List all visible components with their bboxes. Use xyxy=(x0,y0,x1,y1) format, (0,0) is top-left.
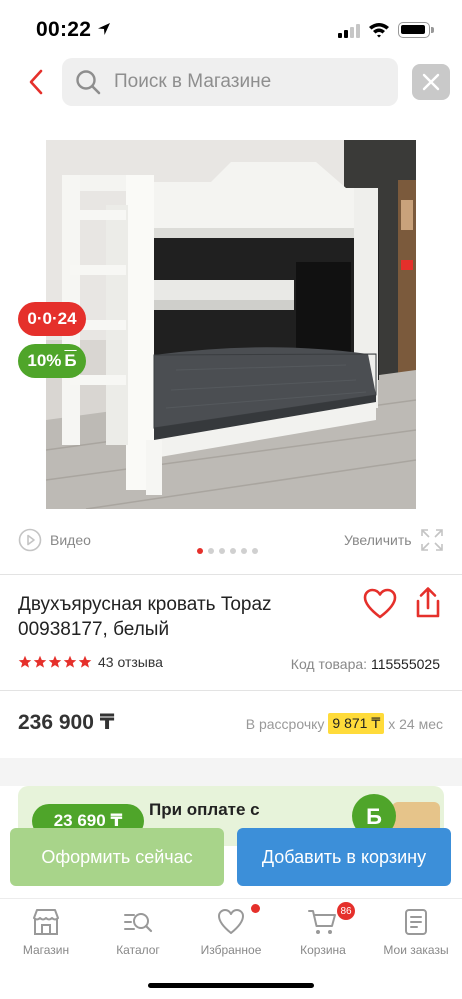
tab-label: Корзина xyxy=(300,943,346,957)
installment-suffix: х 24 мес xyxy=(388,715,443,732)
product-code-label: Код товара: xyxy=(290,656,368,672)
video-label: Видео xyxy=(50,532,91,548)
divider xyxy=(0,690,462,691)
installment-info[interactable]: В рассрочку 9 871 ₸ х 24 мес xyxy=(246,713,443,734)
wifi-icon xyxy=(369,23,389,38)
search-icon xyxy=(76,70,101,95)
star-icon xyxy=(78,655,92,668)
image-pagination[interactable] xyxy=(197,548,258,554)
location-arrow-icon xyxy=(98,23,110,35)
pagination-dot[interactable] xyxy=(208,548,214,554)
product-image[interactable] xyxy=(46,140,416,509)
tab-store[interactable]: Магазин xyxy=(0,907,92,957)
bonus-percent: 10% xyxy=(27,351,62,370)
share-button[interactable] xyxy=(413,586,443,620)
buy-now-button[interactable]: Оформить сейчас xyxy=(10,828,224,886)
pagination-dot[interactable] xyxy=(241,548,247,554)
tab-catalog[interactable]: Каталог xyxy=(92,907,184,957)
product-code: Код товара: 115555025 xyxy=(291,656,440,672)
catalog-icon xyxy=(124,913,153,933)
video-button[interactable]: Видео xyxy=(18,528,91,552)
heart-icon xyxy=(363,588,397,619)
bunk-bed-photo xyxy=(46,140,416,509)
section-separator xyxy=(0,758,462,786)
expand-icon xyxy=(420,529,443,551)
rating-stars xyxy=(18,655,92,669)
tab-cart[interactable]: Корзина xyxy=(277,907,369,957)
promo-text: При оплате с xyxy=(149,800,260,819)
svg-text:Б: Б xyxy=(366,804,382,829)
product-code-value: 115555025 xyxy=(370,656,440,672)
bonus-currency-icon: Б xyxy=(64,351,77,370)
heart-icon xyxy=(218,909,244,934)
pagination-dot[interactable] xyxy=(230,548,236,554)
status-time: 00:22 xyxy=(36,18,92,41)
add-to-cart-button[interactable]: Добавить в корзину xyxy=(237,828,451,886)
divider xyxy=(0,574,462,575)
cart-icon xyxy=(308,910,336,934)
close-button[interactable] xyxy=(412,64,450,100)
share-icon xyxy=(416,587,440,618)
store-icon xyxy=(33,909,59,935)
star-icon xyxy=(18,655,32,668)
tab-label: Избранное xyxy=(200,943,262,957)
star-icon xyxy=(63,655,77,668)
status-bar: 00:22 xyxy=(0,0,462,58)
battery-icon xyxy=(398,22,434,38)
bonus-badge: 10% Б xyxy=(18,344,86,378)
star-icon xyxy=(48,655,62,668)
close-icon xyxy=(422,73,440,91)
tab-label: Магазин xyxy=(22,943,70,957)
search-input[interactable] xyxy=(114,71,374,93)
pagination-dot[interactable] xyxy=(219,548,225,554)
installment-amount: 9 871 ₸ xyxy=(328,713,385,734)
home-indicator xyxy=(148,983,314,988)
reviews-link[interactable]: 43 отзыва xyxy=(98,654,163,670)
pagination-dot[interactable] xyxy=(197,548,203,554)
product-title: Двухъярусная кровать Topaz 00938177, бел… xyxy=(18,594,272,640)
play-circle-icon xyxy=(18,528,42,552)
cart-count-badge: 86 xyxy=(337,902,355,920)
rating[interactable]: 43 отзыва xyxy=(18,654,163,670)
installment-prefix: В рассрочку xyxy=(245,715,325,732)
cellular-signal-icon xyxy=(338,24,360,38)
search-bar[interactable] xyxy=(62,58,398,106)
price: 236 900 ₸ xyxy=(18,711,115,734)
zoom-label: Увеличить xyxy=(344,532,412,548)
chevron-left-icon xyxy=(29,69,43,95)
favorites-notification-dot xyxy=(251,904,260,913)
installment-badge: 0·0·24 xyxy=(18,302,86,336)
star-icon xyxy=(33,655,47,668)
favorite-button[interactable] xyxy=(363,588,397,620)
zoom-button[interactable]: Увеличить xyxy=(344,528,444,552)
pagination-dot[interactable] xyxy=(252,548,258,554)
tab-favorites[interactable]: Избранное xyxy=(185,907,277,957)
tab-orders[interactable]: Мои заказы xyxy=(370,907,462,957)
back-button[interactable] xyxy=(20,64,52,100)
tab-label: Каталог xyxy=(116,943,160,957)
tab-label: Мои заказы xyxy=(383,943,449,957)
orders-icon xyxy=(405,909,427,935)
